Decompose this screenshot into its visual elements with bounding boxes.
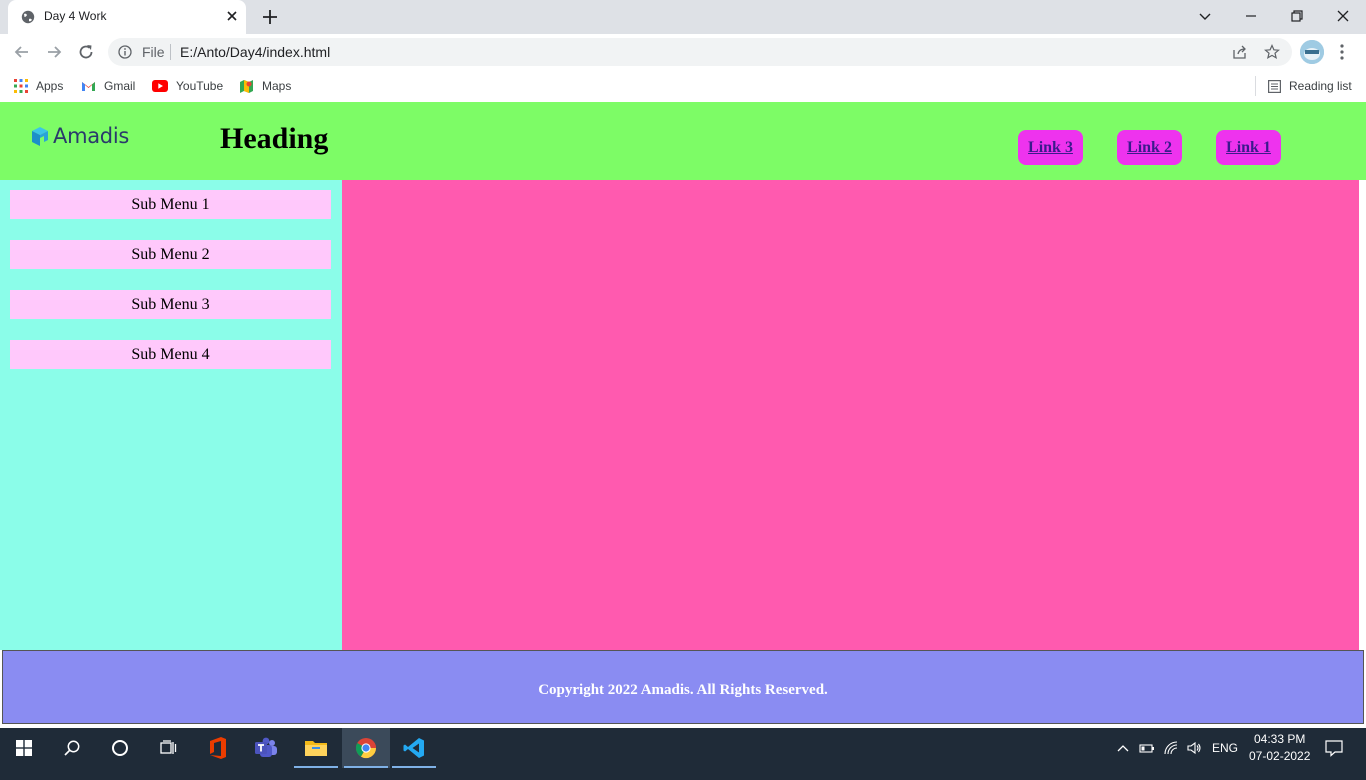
sub-menu-3[interactable]: Sub Menu 3 <box>10 290 331 319</box>
sub-menu-4[interactable]: Sub Menu 4 <box>10 340 331 369</box>
teams-icon[interactable] <box>242 728 290 768</box>
teams-logo-icon <box>255 737 277 757</box>
url-separator <box>170 44 171 60</box>
logo-text: Amadis <box>53 124 129 148</box>
bookmark-label: YouTube <box>176 79 224 93</box>
url-scheme: File <box>142 44 165 60</box>
chrome-icon[interactable] <box>342 728 390 768</box>
wifi-icon[interactable] <box>1163 740 1179 756</box>
sub-menu-1[interactable]: Sub Menu 1 <box>10 190 331 219</box>
vscode-icon[interactable] <box>390 728 438 768</box>
notification-icon[interactable] <box>1325 739 1343 757</box>
bookmarks-divider <box>1255 76 1256 96</box>
info-icon[interactable] <box>118 45 132 59</box>
browser-tab[interactable]: Day 4 Work <box>8 0 246 34</box>
share-icon[interactable] <box>1232 44 1248 60</box>
profile-avatar[interactable] <box>1300 40 1324 64</box>
new-tab-icon[interactable] <box>260 7 280 27</box>
bookmarks-bar: Apps Gmail YouTube Maps Reading list <box>0 70 1366 102</box>
windows-start-icon[interactable] <box>0 728 48 768</box>
cortana-circle-icon <box>112 740 128 756</box>
avatar-icon <box>1300 40 1324 64</box>
url-text[interactable]: E:/Anto/Day4/index.html <box>180 44 330 60</box>
reload-icon[interactable] <box>76 42 96 62</box>
page-header: Amadis Heading Link 3 Link 2 Link 1 <box>0 102 1366 180</box>
file-explorer-icon[interactable] <box>292 728 340 768</box>
office-logo-icon <box>210 737 226 759</box>
copyright-text: Copyright 2022 Amadis. All Rights Reserv… <box>538 682 828 698</box>
reading-list-icon <box>1268 79 1281 93</box>
logo[interactable]: Amadis <box>30 124 129 148</box>
bookmark-maps[interactable]: Maps <box>239 77 291 95</box>
gmail-icon <box>82 82 95 91</box>
nav-link-2[interactable]: Link 2 <box>1117 130 1182 165</box>
tab-strip: Day 4 Work <box>0 0 1366 34</box>
clock-time[interactable]: 04:33 PM <box>1254 732 1305 746</box>
back-icon[interactable] <box>12 42 32 62</box>
magnifier-icon <box>64 740 80 756</box>
bookmark-label: Gmail <box>104 79 136 93</box>
minimize-icon[interactable] <box>1239 4 1263 28</box>
forward-icon[interactable] <box>44 42 64 62</box>
browser-toolbar: File E:/Anto/Day4/index.html <box>0 34 1366 70</box>
bookmark-star-icon[interactable] <box>1264 44 1280 60</box>
office-icon[interactable] <box>194 728 242 768</box>
address-bar[interactable]: File E:/Anto/Day4/index.html <box>108 38 1292 66</box>
vscode-logo-icon <box>403 738 424 758</box>
chrome-logo-icon <box>355 738 377 759</box>
page-footer: Copyright 2022 Amadis. All Rights Reserv… <box>2 650 1364 724</box>
amadis-logo-icon <box>32 127 48 146</box>
task-view-glyph-icon <box>160 740 177 754</box>
sidebar: Sub Menu 1 Sub Menu 2 Sub Menu 3 Sub Men… <box>0 180 342 650</box>
nav-link-3[interactable]: Link 3 <box>1018 130 1083 165</box>
folder-icon <box>305 741 327 756</box>
app-open-indicator <box>392 766 436 768</box>
close-window-icon[interactable] <box>1331 4 1355 28</box>
nav-link-1[interactable]: Link 1 <box>1216 130 1281 165</box>
reading-list-label: Reading list <box>1289 79 1352 93</box>
restore-icon[interactable] <box>1285 4 1309 28</box>
taskbar: ENG 04:33 PM 07-02-2022 <box>0 728 1366 780</box>
page-heading: Heading <box>220 122 329 155</box>
windows-logo-icon <box>16 740 32 756</box>
volume-icon[interactable] <box>1186 740 1202 756</box>
app-open-indicator <box>294 766 338 768</box>
bookmark-label: Apps <box>36 79 64 93</box>
bookmark-gmail[interactable]: Gmail <box>81 77 135 95</box>
bookmark-label: Maps <box>262 79 292 93</box>
clock-date[interactable]: 07-02-2022 <box>1249 749 1310 763</box>
tab-search-icon[interactable] <box>1193 4 1217 28</box>
task-view-icon[interactable] <box>144 728 192 768</box>
search-icon[interactable] <box>48 728 96 768</box>
show-hidden-icons-icon[interactable] <box>1115 740 1131 756</box>
battery-icon[interactable] <box>1139 740 1155 756</box>
maps-icon <box>240 79 253 93</box>
close-tab-icon[interactable] <box>224 8 240 24</box>
main-content <box>342 180 1359 650</box>
language-indicator[interactable]: ENG <box>1212 741 1238 755</box>
bookmark-apps[interactable]: Apps <box>14 77 63 95</box>
apps-grid-icon <box>14 79 28 93</box>
youtube-icon <box>152 80 168 92</box>
globe-icon <box>21 10 35 24</box>
reading-list-button[interactable]: Reading list <box>1268 77 1352 95</box>
cortana-icon[interactable] <box>96 728 144 768</box>
more-menu-icon[interactable] <box>1338 42 1346 62</box>
bookmark-youtube[interactable]: YouTube <box>152 77 223 95</box>
tab-title: Day 4 Work <box>44 9 107 23</box>
sub-menu-2[interactable]: Sub Menu 2 <box>10 240 331 269</box>
app-open-indicator <box>344 766 388 768</box>
